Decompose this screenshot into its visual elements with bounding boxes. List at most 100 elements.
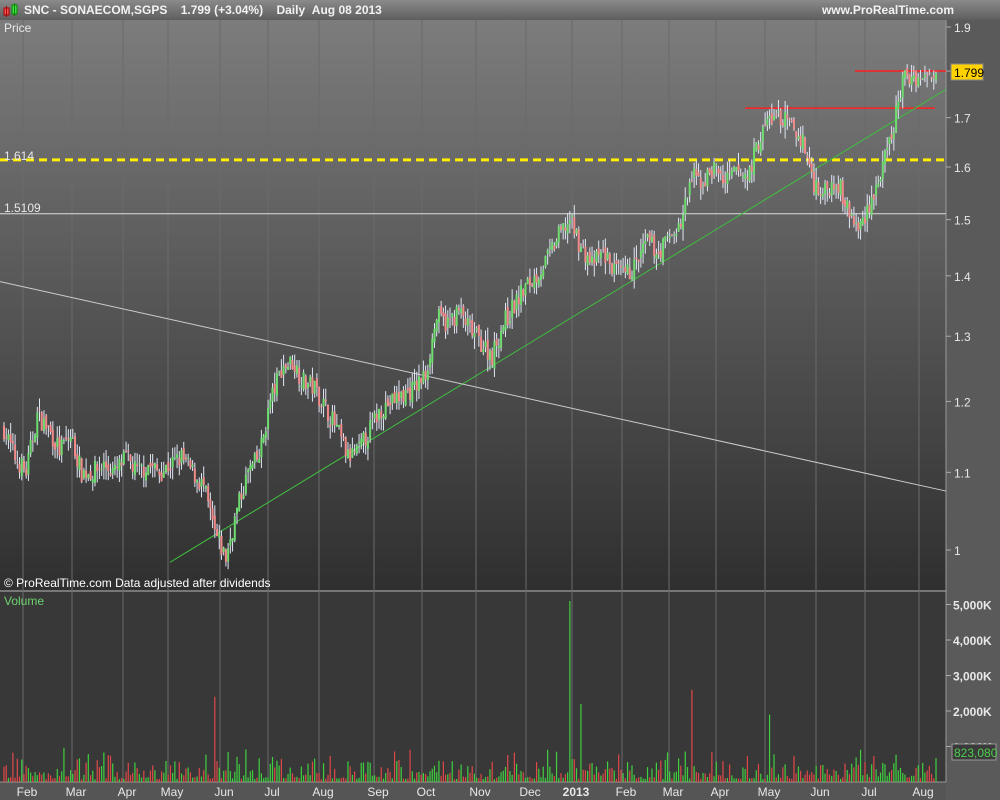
candle-body (29, 440, 32, 455)
candle-body (542, 269, 545, 277)
candle-body (100, 469, 103, 471)
candle-body (673, 234, 676, 236)
candle-body (362, 432, 365, 443)
candle-body (741, 175, 744, 177)
candle-body (666, 234, 669, 236)
candle-body (433, 328, 436, 343)
y-tick-label: 1.9 (954, 21, 971, 35)
candle-body (300, 385, 303, 387)
candle-body (466, 318, 469, 326)
x-tick-label: Jun (214, 785, 233, 799)
y-tick-label: 1.7 (954, 112, 971, 126)
candle-body (759, 142, 762, 153)
candle-body (151, 463, 154, 466)
candle-body (535, 274, 538, 283)
candle-body (5, 437, 8, 439)
candle-body (85, 470, 88, 478)
candle-body (7, 433, 10, 441)
candle-body (442, 312, 445, 317)
candle-body (460, 308, 463, 313)
candle-body (932, 75, 935, 78)
candle-body (105, 461, 108, 468)
candle-body (229, 539, 232, 546)
candle-body (236, 507, 238, 515)
candle-body (477, 324, 480, 337)
candle-body (841, 180, 844, 205)
candle-body (684, 198, 687, 215)
candle-body (528, 277, 531, 286)
candle-body (71, 438, 74, 440)
candle-body (626, 264, 629, 275)
candle-body (883, 150, 886, 165)
candle-body (553, 245, 556, 250)
x-tick-label: Oct (417, 785, 436, 799)
candle-body (89, 470, 92, 480)
candle-body (389, 402, 392, 406)
level-label-15109: 1.5109 (4, 201, 41, 215)
candle-body (222, 547, 225, 552)
candle-body (449, 318, 452, 320)
candle-body (724, 179, 727, 183)
candle-body (111, 468, 114, 474)
candle-body (118, 458, 121, 471)
candle-body (158, 471, 161, 476)
candle-body (608, 254, 611, 265)
candle-body (790, 120, 793, 122)
candle-body (62, 440, 65, 442)
candle-body (575, 229, 578, 234)
candle-body (178, 458, 181, 466)
x-tick-label: Nov (469, 785, 490, 799)
price-volume-chart[interactable]: Feb Mar Apr May Jun Jul Aug Sep Oct Nov Dec 2013 Feb… (0, 0, 1000, 800)
candle-body (764, 124, 767, 126)
x-tick-label: Sep (367, 785, 389, 799)
candle-body (211, 508, 214, 520)
candle-body (888, 136, 891, 145)
candle-body (125, 450, 128, 452)
candle-body (404, 389, 407, 406)
candle-body (393, 391, 396, 404)
candle-body (915, 71, 918, 86)
candle-body (706, 169, 709, 187)
candle-body (49, 424, 52, 432)
candle-body (244, 474, 247, 494)
candle-body (486, 339, 489, 360)
candle-body (737, 164, 740, 171)
candle-body (839, 179, 842, 196)
candle-body (844, 200, 847, 207)
candle-body (919, 78, 922, 80)
candle-body (599, 251, 602, 258)
candle-body (935, 73, 937, 81)
candle-body (779, 110, 782, 125)
candle-body (98, 468, 101, 470)
last-price-value: 1.799 (954, 66, 984, 80)
candle-body (908, 73, 911, 84)
candle-body (446, 317, 449, 328)
candle-body (899, 98, 902, 101)
candle-body (180, 450, 183, 463)
candle-body (54, 443, 57, 450)
candle-body (788, 118, 791, 120)
candle-body (613, 263, 616, 274)
candle-body (650, 236, 653, 242)
candle-body (382, 416, 385, 419)
candle-body (96, 464, 99, 472)
candle-body (231, 538, 234, 542)
candle-body (324, 399, 327, 402)
candle-body (702, 184, 704, 186)
candle-body (402, 389, 405, 402)
candle-body (304, 376, 307, 389)
candle-body (562, 223, 565, 231)
candle-body (169, 468, 172, 471)
candle-body (859, 220, 862, 230)
candle-body (662, 238, 665, 262)
candle-body (906, 67, 909, 76)
candle-body (371, 420, 374, 422)
x-tick-label: Mar (663, 785, 684, 799)
candle-body (364, 432, 367, 446)
candle-body (597, 248, 600, 256)
candle-body (750, 165, 753, 172)
candle-body (136, 464, 139, 467)
candle-body (400, 391, 403, 399)
candle-body (533, 276, 536, 289)
candle-body (326, 404, 329, 421)
